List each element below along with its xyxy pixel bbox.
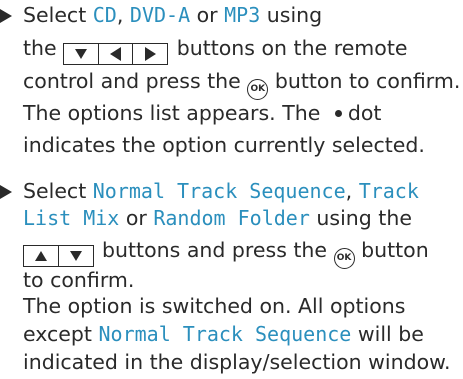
text: button to confirm. bbox=[268, 69, 461, 93]
text: Select bbox=[23, 179, 93, 203]
option-normal-track-sequence: Normal Track Sequence bbox=[92, 179, 346, 203]
text: indicates the option currently selected. bbox=[23, 133, 425, 157]
up-arrow-key-icon bbox=[23, 245, 59, 267]
text: the bbox=[23, 36, 64, 60]
text: buttons on the remote bbox=[170, 36, 408, 60]
step-1-line-1: Select CD, DVD-A or MP3 using bbox=[23, 0, 322, 32]
step-1-line-3: control and press the OK button to confi… bbox=[23, 66, 460, 100]
text: or bbox=[190, 3, 225, 27]
option-track-list-mix-part-2: List Mix bbox=[23, 206, 120, 230]
text: indicated in the display/selection windo… bbox=[23, 350, 451, 374]
option-random-folder: Random Folder bbox=[153, 206, 310, 230]
option-cd: CD bbox=[92, 3, 117, 27]
text: using bbox=[260, 3, 323, 27]
step-2-line-6: except Normal Track Sequence will be bbox=[23, 319, 424, 351]
step-1-line-5: indicates the option currently selected. bbox=[23, 130, 425, 162]
option-mp3: MP3 bbox=[224, 3, 261, 27]
ok-button-icon: OK bbox=[333, 248, 355, 269]
text: button bbox=[354, 238, 429, 262]
text: The option is switched on. All options bbox=[23, 294, 406, 318]
text: Select bbox=[23, 3, 93, 27]
text: except bbox=[23, 322, 99, 346]
text: The options list appears. The bbox=[23, 101, 327, 125]
bullet-icon bbox=[0, 9, 12, 23]
down-arrow-key-icon bbox=[63, 43, 100, 65]
right-arrow-key-icon bbox=[132, 43, 169, 65]
left-arrow-key-icon bbox=[97, 43, 134, 65]
instruction-page: Select CD, DVD-A or MP3 using the button… bbox=[0, 0, 463, 377]
text: , bbox=[116, 3, 130, 27]
up-down-keys-group bbox=[23, 245, 94, 267]
text: using the bbox=[309, 206, 412, 230]
option-dvd-a: DVD-A bbox=[129, 3, 191, 27]
text: to confirm. bbox=[23, 268, 135, 292]
nav-keys-group bbox=[63, 43, 169, 65]
text: control and press the bbox=[23, 69, 248, 93]
step-1-line-2: the buttons on the remote bbox=[23, 33, 407, 65]
text: dot bbox=[347, 101, 382, 125]
text: will be bbox=[351, 322, 424, 346]
step-1-line-4: The options list appears. The dot bbox=[23, 98, 381, 130]
text: buttons and press the bbox=[95, 238, 334, 262]
bullet-icon bbox=[0, 185, 12, 199]
option-track-list-mix-part-1: Track bbox=[358, 179, 419, 203]
text: or bbox=[119, 206, 154, 230]
selection-dot-icon bbox=[334, 110, 342, 117]
step-2-line-5: The option is switched on. All options bbox=[23, 291, 405, 323]
option-normal-track-sequence: Normal Track Sequence bbox=[98, 322, 352, 346]
step-2-line-2: List Mix or Random Folder using the bbox=[23, 203, 412, 235]
ok-button-icon: OK bbox=[247, 79, 269, 100]
text: , bbox=[345, 179, 359, 203]
step-2-line-7: indicated in the display/selection windo… bbox=[23, 347, 451, 379]
step-2-line-3: buttons and press the OK button bbox=[23, 235, 429, 269]
down-arrow-key-icon bbox=[57, 245, 94, 267]
